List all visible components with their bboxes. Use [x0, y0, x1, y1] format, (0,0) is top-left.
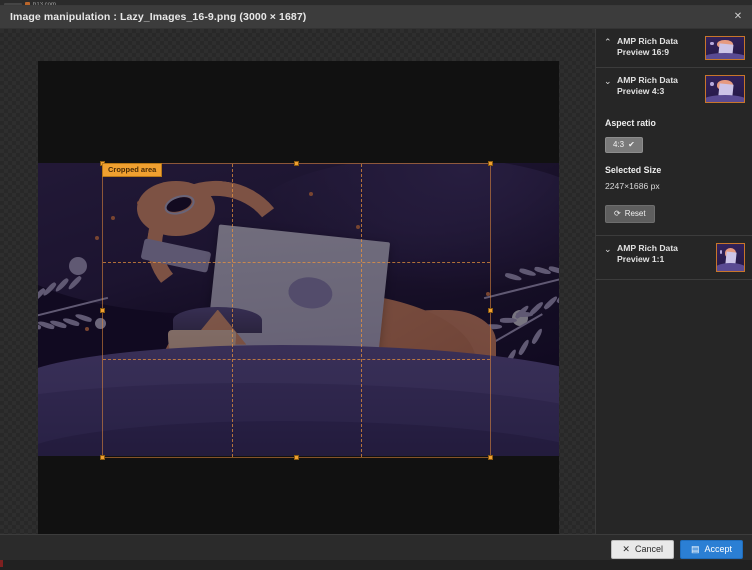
cancel-button-label: Cancel [634, 544, 663, 554]
crop-selection-box[interactable]: Cropped area [100, 161, 493, 460]
chevron-down-icon: ⌄ [604, 244, 612, 254]
crop-handle-se[interactable] [488, 455, 493, 460]
page-accent-bar [0, 560, 3, 567]
preview-sidebar: ⌃ AMP Rich Data Preview 16:9 ⌄ AMP Rich … [595, 29, 752, 534]
check-icon: ✔ [628, 140, 635, 149]
panel-title-4-3: AMP Rich Data Preview 4:3 [617, 75, 678, 96]
selected-size-value: 2247×1686 px [605, 181, 660, 191]
dialog-title: Image manipulation : Lazy_Images_16-9.pn… [10, 11, 307, 23]
canvas-stage: Cropped area [38, 61, 559, 534]
selected-size-label: Selected Size [605, 165, 662, 175]
accept-button[interactable]: ▤ Accept [679, 540, 743, 559]
crop-handle-s[interactable] [293, 455, 299, 460]
panel-header-16-9[interactable]: ⌃ AMP Rich Data Preview 16:9 [596, 29, 752, 67]
image-editor-canvas[interactable]: Cropped area [0, 29, 595, 534]
panel-title-1-1: AMP Rich Data Preview 1:1 [617, 243, 678, 264]
panel-content-4-3: Aspect ratio 4:3 ✔ Selected Size 2247×16… [596, 110, 752, 235]
image-bubble [69, 256, 88, 275]
preview-thumbnail-1-1[interactable] [716, 243, 745, 272]
reset-button[interactable]: ⟳ Reset [605, 205, 655, 223]
save-disk-icon: ▤ [690, 544, 700, 554]
aspect-ratio-label: Aspect ratio [605, 118, 656, 128]
crop-grid [103, 164, 490, 457]
chevron-down-icon: ⌄ [604, 76, 612, 86]
reset-button-label: Reset [624, 209, 646, 218]
cropped-area-badge: Cropped area [102, 163, 163, 177]
crop-handle-ne[interactable] [488, 161, 493, 166]
accept-button-label: Accept [704, 544, 732, 554]
crop-handle-n[interactable] [293, 161, 299, 166]
cancel-button[interactable]: ✕ Cancel [611, 540, 674, 559]
chevron-up-icon: ⌃ [604, 37, 612, 47]
aspect-ratio-value: 4:3 [613, 140, 625, 149]
refresh-icon: ⟳ [614, 209, 621, 218]
panel-header-1-1[interactable]: ⌄ AMP Rich Data Preview 1:1 [596, 236, 752, 279]
crop-handle-e[interactable] [488, 307, 493, 313]
dialog-header: Image manipulation : Lazy_Images_16-9.pn… [0, 6, 752, 29]
panel-amp-16-9: ⌃ AMP Rich Data Preview 16:9 [596, 29, 752, 68]
page-bottom-strip [0, 560, 752, 570]
close-icon[interactable]: ✕ [730, 9, 746, 25]
preview-thumbnail-16-9[interactable] [705, 36, 745, 60]
image-manipulation-dialog: Image manipulation : Lazy_Images_16-9.pn… [0, 6, 752, 564]
panel-amp-4-3: ⌄ AMP Rich Data Preview 4:3 Aspect ratio [596, 68, 752, 236]
panel-header-4-3[interactable]: ⌄ AMP Rich Data Preview 4:3 [596, 68, 752, 110]
close-icon: ✕ [622, 544, 630, 554]
preview-thumbnail-4-3[interactable] [705, 75, 745, 103]
aspect-ratio-button[interactable]: 4:3 ✔ [605, 137, 643, 153]
panel-amp-1-1: ⌄ AMP Rich Data Preview 1:1 [596, 236, 752, 280]
crop-handle-sw[interactable] [100, 455, 105, 460]
dialog-body: Cropped area ⌃ AMP Rich Data Preview 16:… [0, 29, 752, 534]
crop-handle-w[interactable] [100, 307, 105, 313]
panel-title-16-9: AMP Rich Data Preview 16:9 [617, 36, 678, 57]
